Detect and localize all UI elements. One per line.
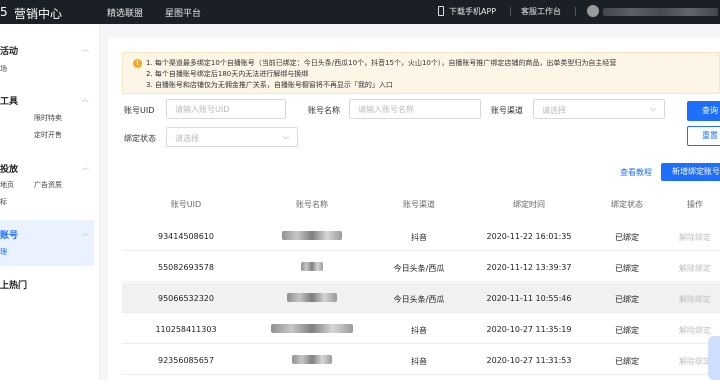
- table-row: 110258411303 抖音 2020-10-27 11:35:19 已绑定 …: [122, 314, 720, 344]
- cell-status: 已绑定: [615, 264, 639, 273]
- table-header: 账号UID 账号名称 账号渠道 绑定时间 绑定状态 操作: [122, 193, 720, 215]
- channel-label: 账号渠道: [491, 106, 523, 115]
- cell-channel: 今日头条/西瓜: [393, 264, 445, 273]
- cell-uid: 93414508610: [158, 232, 214, 241]
- cell-status: 已绑定: [615, 326, 639, 335]
- cell-uid: 55082693578: [158, 263, 214, 272]
- unbind-button[interactable]: 解除绑定: [679, 294, 711, 305]
- notice-box: ! 1. 每个渠道最多绑定10个自播账号（当前已绑定：今日头条/西瓜10个，抖音…: [122, 52, 720, 94]
- uid-input[interactable]: [166, 99, 286, 119]
- cell-status: 已绑定: [615, 233, 639, 242]
- divider: [510, 7, 511, 16]
- add-binding-button[interactable]: 新增绑定账号: [661, 163, 720, 181]
- app-title[interactable]: 营销中心: [14, 5, 62, 22]
- uid-label: 账号UID: [124, 106, 155, 115]
- sidebar-group-trending[interactable]: 上热门: [0, 278, 27, 291]
- column-header-action: 操作: [687, 200, 703, 209]
- status-select-placeholder: 请选择: [175, 134, 199, 143]
- divider: [575, 7, 576, 16]
- unbind-button[interactable]: 解除绑定: [679, 232, 711, 243]
- sidebar-item[interactable]: 标: [0, 197, 7, 207]
- nav-featured-alliance[interactable]: 精选联盟: [107, 6, 143, 19]
- account-name-redacted: [287, 293, 337, 302]
- cell-status: 已绑定: [615, 295, 639, 304]
- chevron-down-icon: ⌵: [649, 104, 656, 113]
- column-header-time: 绑定时间: [513, 200, 545, 209]
- chevron-up-icon[interactable]: ︿: [82, 44, 89, 54]
- channel-select[interactable]: 请选择 ⌵: [533, 99, 665, 119]
- top-bar: 5 营销中心 精选联盟 星图平台 下载手机APP 客服工作台: [0, 0, 720, 24]
- account-name-redacted: [282, 231, 342, 240]
- table-row: 55082693578 今日头条/西瓜 2020-11-12 13:39:37 …: [122, 252, 720, 282]
- cell-channel: 今日头条/西瓜: [393, 295, 445, 304]
- cell-channel: 抖音: [411, 326, 427, 335]
- table-row: 92356085657 抖音 2020-10-27 11:31:53 已绑定 解…: [122, 345, 720, 375]
- chevron-up-icon[interactable]: ︿: [82, 228, 89, 238]
- cell-channel: 抖音: [411, 233, 427, 242]
- notice-line: 3. 自播账号和店铺仅为无佣金推广关系，自播账号橱窗将不再显示「我的」入口: [146, 81, 393, 89]
- sidebar-item-landing-page[interactable]: 地页: [0, 180, 14, 190]
- column-header-name: 账号名称: [296, 200, 328, 209]
- cell-time: 2020-11-11 10:55:46: [486, 294, 572, 303]
- sidebar-active-highlight: [0, 220, 94, 266]
- phone-icon: [438, 6, 444, 16]
- column-header-uid: 账号UID: [170, 200, 202, 209]
- cell-uid: 95066532320: [158, 294, 214, 303]
- search-button[interactable]: 查询: [687, 101, 720, 121]
- sidebar-item-scheduled-sale[interactable]: 定时开售: [34, 130, 62, 140]
- service-workbench-link[interactable]: 客服工作台: [521, 6, 561, 17]
- sidebar-group-activity[interactable]: 活动: [0, 44, 18, 57]
- chevron-up-icon[interactable]: ︿: [82, 94, 89, 104]
- sidebar-item-limited-sale[interactable]: 限时特卖: [34, 113, 62, 123]
- cell-channel: 抖音: [411, 357, 427, 366]
- cell-uid: 92356085657: [158, 356, 214, 365]
- sidebar-group-account[interactable]: 账号: [0, 228, 18, 241]
- floating-help-tab[interactable]: [708, 336, 720, 380]
- column-header-channel: 账号渠道: [403, 200, 435, 209]
- sidebar-group-tools[interactable]: 工具: [0, 94, 18, 107]
- nav-xingtu-platform[interactable]: 星图平台: [165, 6, 201, 19]
- account-name-redacted: [271, 324, 353, 333]
- sidebar-item[interactable]: 场: [0, 64, 7, 74]
- status-select[interactable]: 请选择 ⌵: [166, 127, 298, 147]
- cell-time: 2020-11-22 16:01:35: [486, 232, 572, 241]
- table-row: 93414508610 抖音 2020-11-22 16:01:35 已绑定 解…: [122, 221, 720, 251]
- table-row: 95066532320 今日头条/西瓜 2020-11-11 10:55:46 …: [122, 283, 720, 313]
- cell-time: 2020-11-12 13:39:37: [486, 263, 572, 272]
- reset-button[interactable]: 重置: [687, 126, 720, 146]
- logo-fragment: 5: [0, 5, 8, 19]
- notice-line: 2. 每个自播账号绑定后180天内无法进行解绑与换绑: [146, 70, 309, 78]
- unbind-button[interactable]: 解除绑定: [679, 356, 711, 367]
- notice-line: 1. 每个渠道最多绑定10个自播账号（当前已绑定：今日头条/西瓜10个，抖音15…: [146, 59, 617, 67]
- cell-time: 2020-10-27 11:35:19: [486, 325, 572, 334]
- status-label: 绑定状态: [124, 134, 156, 143]
- column-header-status: 绑定状态: [611, 200, 643, 209]
- unbind-button[interactable]: 解除绑定: [679, 263, 711, 274]
- channel-select-placeholder: 请选择: [542, 106, 566, 115]
- cell-uid: 110258411303: [155, 325, 217, 334]
- sidebar-item-account-management[interactable]: 理: [0, 247, 7, 257]
- account-name-redacted: [292, 355, 332, 364]
- account-name-redacted: [301, 262, 323, 271]
- avatar[interactable]: [587, 5, 599, 17]
- chevron-down-icon: ⌵: [282, 132, 289, 141]
- user-name-redacted[interactable]: [603, 8, 718, 16]
- view-tutorial-link[interactable]: 查看教程: [620, 167, 652, 178]
- download-app-link[interactable]: 下载手机APP: [449, 6, 496, 17]
- cell-time: 2020-10-27 11:31:53: [486, 356, 572, 365]
- warning-icon: !: [133, 59, 142, 68]
- sidebar: 活动 ︿ 场 工具 ︿ 限时特卖 定时开售 投放 ︿ 地页 广告资质 标 账号 …: [0, 24, 100, 380]
- sidebar-item-ad-qualification[interactable]: 广告资质: [34, 180, 62, 190]
- name-label: 账号名称: [308, 106, 340, 115]
- unbind-button[interactable]: 解除绑定: [679, 325, 711, 336]
- chevron-up-icon[interactable]: ︿: [82, 162, 89, 172]
- cell-status: 已绑定: [615, 357, 639, 366]
- sidebar-group-ads[interactable]: 投放: [0, 162, 18, 175]
- name-input[interactable]: [349, 99, 481, 119]
